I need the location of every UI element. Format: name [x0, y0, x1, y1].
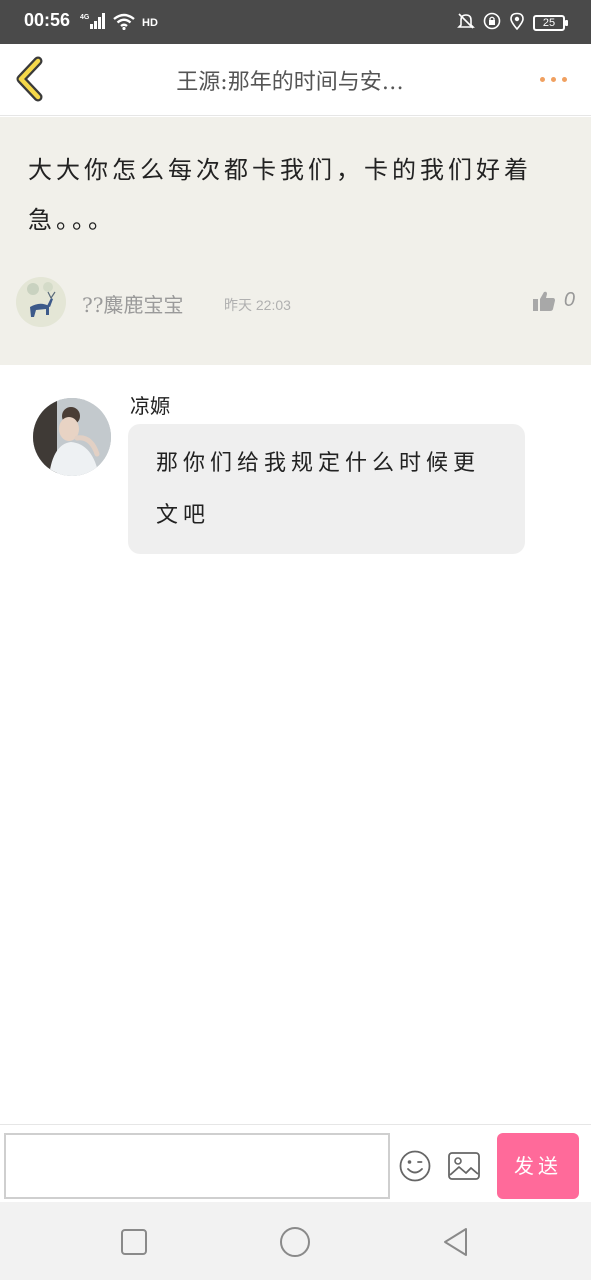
reply-text: 那你们给我规定什么时候更文吧 — [156, 451, 481, 528]
reply-author[interactable]: 凉嫄 — [130, 390, 170, 419]
back-button[interactable] — [12, 56, 52, 102]
thumbs-up-icon — [532, 291, 555, 311]
comment-author[interactable]: ??麋鹿宝宝 — [82, 289, 183, 318]
avatar[interactable] — [16, 277, 66, 327]
original-comment: 大大你怎么每次都卡我们，卡的我们好着急。。。 ??麋鹿宝宝 昨天 22:03 0 — [0, 117, 591, 365]
like-count: 0 — [563, 289, 575, 311]
signal-icon: 4G — [80, 12, 106, 34]
more-dot — [550, 76, 556, 82]
wifi-icon — [112, 12, 136, 34]
back-nav-button[interactable] — [440, 1226, 472, 1258]
comment-time: 昨天 22:03 — [224, 297, 291, 313]
battery-icon: 25 — [533, 15, 568, 31]
avatar[interactable] — [33, 398, 111, 476]
home-button[interactable] — [279, 1226, 311, 1258]
more-dot — [561, 76, 567, 82]
navigation-bar — [0, 1202, 591, 1280]
header: 王源:那年的时间与安… — [0, 44, 591, 116]
more-button[interactable] — [529, 64, 577, 94]
silent-icon — [457, 12, 475, 34]
back-icon — [444, 1228, 467, 1256]
status-time: 00:56 — [24, 10, 71, 30]
reply-bubble: 那你们给我规定什么时候更文吧 — [128, 424, 525, 554]
home-icon — [280, 1227, 310, 1257]
status-bar: 00:56 4G HD 25 — [0, 0, 591, 44]
reply-avatar-image — [33, 398, 111, 476]
comment-text: 大大你怎么每次都卡我们，卡的我们好着急。。。 — [28, 156, 532, 234]
deer-avatar-image — [16, 277, 66, 327]
emoji-icon — [399, 1150, 431, 1182]
image-button[interactable] — [447, 1151, 481, 1181]
more-dots-icon — [539, 76, 545, 82]
status-left-icons: 4G HD — [80, 12, 158, 34]
like-button[interactable]: 0 — [532, 289, 575, 312]
network-label: 4G — [80, 14, 90, 21]
page-title: 王源:那年的时间与安… — [176, 70, 404, 95]
emoji-button[interactable] — [398, 1149, 432, 1183]
image-icon — [448, 1152, 480, 1180]
recent-apps-icon — [121, 1229, 147, 1255]
hd-label: HD — [142, 17, 158, 29]
send-button[interactable]: 发送 — [497, 1133, 579, 1199]
status-right-icons: 25 — [457, 12, 568, 34]
chevron-left-icon — [16, 56, 43, 102]
recent-apps-button[interactable] — [118, 1226, 150, 1258]
lock-rotation-icon — [483, 12, 501, 34]
location-icon — [509, 12, 525, 34]
input-bar: 发送 — [0, 1124, 591, 1202]
reply-input[interactable] — [4, 1133, 390, 1199]
